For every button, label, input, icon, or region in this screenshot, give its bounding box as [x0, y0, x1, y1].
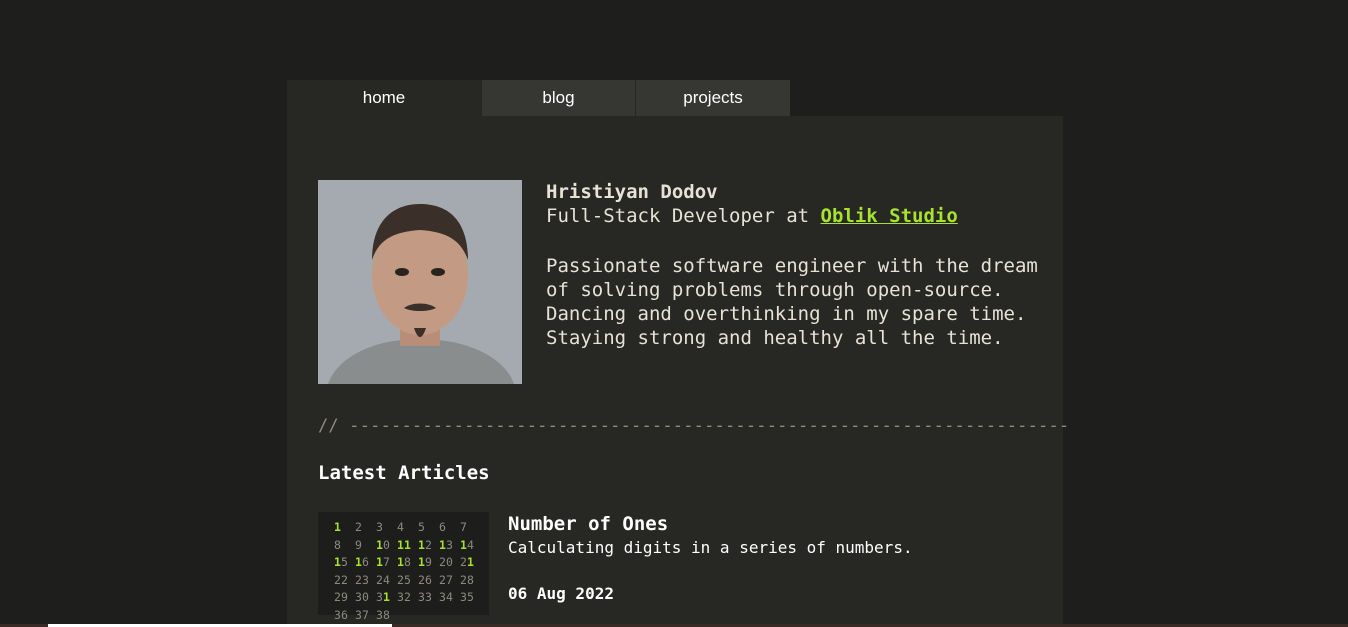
number-cell: 29 — [334, 590, 348, 604]
number-cell: 28 — [460, 572, 474, 587]
number-cell: 37 — [355, 607, 369, 622]
number-cell: 25 — [397, 572, 411, 587]
number-cell: 16 — [355, 555, 369, 569]
profile-intro: Hristiyan Dodov Full-Stack Developer at … — [546, 180, 1046, 350]
number-cell: 35 — [460, 590, 474, 604]
number-cell: 27 — [439, 572, 453, 587]
number-cell: 30 — [355, 590, 369, 604]
number-cell: 10 — [376, 537, 390, 552]
number-cell: 18 — [397, 555, 411, 569]
number-cell: 19 — [418, 555, 432, 569]
number-cell: 11 — [397, 537, 411, 552]
tab-blog[interactable]: blog — [481, 80, 635, 116]
profile-name: Hristiyan Dodov — [546, 181, 718, 203]
number-cell: 17 — [376, 555, 390, 569]
number-cell: 7 — [460, 520, 467, 534]
portrait-illustration — [318, 180, 522, 384]
number-cell: 5 — [418, 520, 425, 534]
number-cell: 15 — [334, 555, 348, 569]
number-cell: 12 — [418, 537, 432, 552]
number-cell: 33 — [418, 590, 432, 604]
number-cell: 2 — [355, 520, 362, 534]
number-cell: 20 — [439, 555, 453, 569]
article-thumbnail[interactable]: 1 2 3 4 5 6 7 8 9 10 11 12 13 14 15 16 17 18 19 20 21 22 23 24 2… — [318, 512, 489, 622]
profile-photo — [318, 180, 522, 384]
tab-home[interactable]: home — [287, 80, 481, 116]
tab-projects[interactable]: projects — [635, 80, 790, 116]
number-grid: 1 2 3 4 5 6 7 8 9 10 11 12 13 14 15 16 17 18 19 20 21 22 23 24 2… — [334, 520, 481, 625]
article-title[interactable]: Number of Ones — [508, 512, 1028, 536]
role-text: Full-Stack Developer at — [546, 205, 821, 227]
number-cell: 26 — [418, 572, 432, 587]
latest-articles-heading: Latest Articles — [318, 462, 490, 484]
profile-role: Full-Stack Developer at Oblik Studio — [546, 204, 1046, 228]
profile-bio: Passionate software engineer with the dr… — [546, 255, 1038, 349]
article-card[interactable]: Number of Ones Calculating digits in a s… — [508, 512, 1028, 603]
number-cell: 23 — [355, 572, 369, 587]
number-cell: 32 — [397, 590, 411, 604]
number-cell: 36 — [334, 607, 348, 622]
main-panel: Hristiyan Dodov Full-Stack Developer at … — [287, 116, 1069, 627]
number-cell: 1 — [334, 520, 341, 534]
article-date: 06 Aug 2022 — [508, 584, 614, 603]
number-cell: 4 — [397, 520, 404, 534]
nav-tabs: home blog projects — [287, 80, 790, 116]
company-link[interactable]: Oblik Studio — [821, 205, 958, 227]
number-cell: 24 — [376, 572, 390, 587]
number-cell: 6 — [439, 520, 446, 534]
number-cell: 9 — [355, 537, 362, 552]
number-cell: 14 — [460, 537, 474, 552]
number-cell: 3 — [376, 520, 383, 534]
number-cell: 21 — [460, 555, 474, 569]
number-cell: 38 — [376, 607, 390, 622]
article-description: Calculating digits in a series of number… — [508, 538, 913, 557]
number-cell: 8 — [334, 537, 341, 552]
number-cell: 13 — [439, 537, 453, 552]
number-cell: 31 — [376, 590, 390, 604]
number-cell: 34 — [439, 590, 453, 604]
section-divider: // -------------------------------------… — [318, 416, 1070, 436]
number-cell: 22 — [334, 572, 348, 587]
